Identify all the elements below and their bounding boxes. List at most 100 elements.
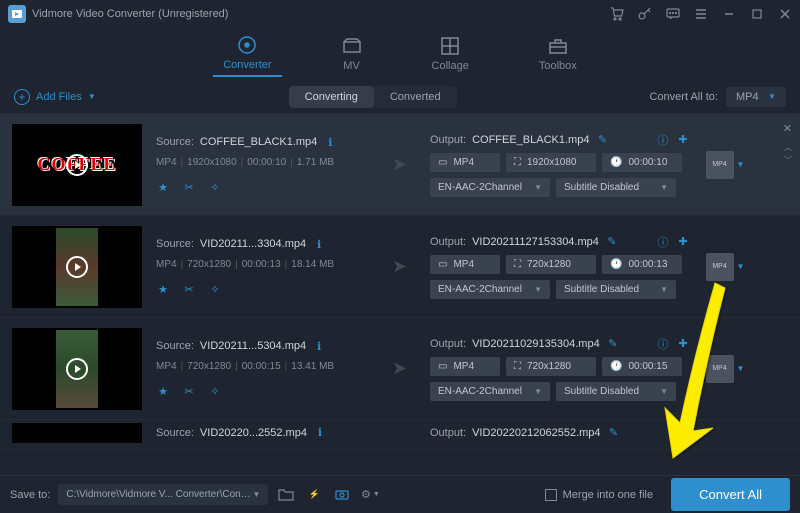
star-icon[interactable]: ★ bbox=[156, 180, 170, 194]
subtitle-dropdown[interactable]: Subtitle Disabled▼ bbox=[556, 178, 676, 197]
titlebar: Vidmore Video Converter (Unregistered) bbox=[0, 0, 800, 28]
tab-mv[interactable]: MV bbox=[332, 32, 372, 76]
info-icon[interactable]: ⓘ bbox=[656, 235, 670, 249]
thumbnail[interactable] bbox=[12, 226, 142, 308]
thumbnail[interactable]: COFFEE bbox=[12, 124, 142, 206]
source-filename: VID20211...5304.mp4 bbox=[200, 340, 306, 352]
add-files-button[interactable]: + Add Files ▼ bbox=[14, 89, 96, 105]
maximize-icon[interactable] bbox=[750, 7, 764, 21]
play-icon bbox=[66, 358, 88, 380]
enhance-icon[interactable]: ✧ bbox=[208, 180, 222, 194]
hw-accel-icon[interactable]: ⚡ bbox=[304, 485, 324, 505]
save-to-label: Save to: bbox=[10, 489, 50, 501]
cut-icon[interactable]: ✂ bbox=[182, 384, 196, 398]
format-badge[interactable]: MP4 bbox=[706, 355, 734, 383]
arrow-icon: ➤ bbox=[392, 358, 420, 379]
remove-icon[interactable]: ✕ bbox=[783, 122, 792, 135]
thumbnail[interactable] bbox=[12, 423, 142, 443]
add-icon[interactable]: ✚ bbox=[676, 235, 690, 249]
chevron-down-icon: ▼ bbox=[88, 92, 96, 101]
output-duration: 🕐 00:00:13 bbox=[602, 255, 682, 274]
arrow-icon: ➤ bbox=[392, 154, 420, 175]
scroll-indicator[interactable]: ︿﹀ bbox=[784, 142, 792, 166]
merge-label: Merge into one file bbox=[563, 489, 654, 501]
output-format: ▭ MP4 bbox=[430, 153, 500, 172]
chevron-down-icon[interactable]: ▼ bbox=[737, 262, 745, 271]
output-duration: 🕐 00:00:15 bbox=[602, 357, 682, 376]
edit-icon[interactable]: ✎ bbox=[607, 426, 621, 440]
file-row[interactable]: Source:VID20211...3304.mp4ℹ MP4|720x1280… bbox=[0, 216, 800, 318]
file-row[interactable]: Source:VID20211...5304.mp4ℹ MP4|720x1280… bbox=[0, 318, 800, 420]
cart-icon[interactable] bbox=[610, 7, 624, 21]
file-row[interactable]: COFFEE Source:COFFEE_BLACK1.mp4ℹ MP4|192… bbox=[0, 114, 800, 216]
format-badge[interactable]: MP4 bbox=[706, 253, 734, 281]
play-icon bbox=[66, 154, 88, 176]
enhance-icon[interactable]: ✧ bbox=[208, 384, 222, 398]
file-list: COFFEE Source:COFFEE_BLACK1.mp4ℹ MP4|192… bbox=[0, 114, 800, 450]
save-path-dropdown[interactable]: C:\Vidmore\Vidmore V... Converter\Conver… bbox=[58, 484, 268, 505]
cut-icon[interactable]: ✂ bbox=[182, 180, 196, 194]
output-format: ▭ MP4 bbox=[430, 357, 500, 376]
footer: Save to: C:\Vidmore\Vidmore V... Convert… bbox=[0, 475, 800, 513]
audio-dropdown[interactable]: EN-AAC-2Channel▼ bbox=[430, 382, 550, 401]
key-icon[interactable] bbox=[638, 7, 652, 21]
add-icon[interactable]: ✚ bbox=[676, 337, 690, 351]
output-filename: VID20220212062552.mp4 bbox=[472, 427, 600, 439]
source-filename: VID20220...2552.mp4 bbox=[200, 427, 307, 439]
tab-collage[interactable]: Collage bbox=[422, 32, 479, 76]
info-icon[interactable]: ℹ bbox=[312, 237, 326, 251]
folder-icon[interactable] bbox=[276, 485, 296, 505]
add-icon[interactable]: ✚ bbox=[676, 133, 690, 147]
format-badge[interactable]: MP4 bbox=[706, 151, 734, 179]
edit-icon[interactable]: ✎ bbox=[606, 337, 620, 351]
minimize-icon[interactable] bbox=[722, 7, 736, 21]
subtitle-dropdown[interactable]: Subtitle Disabled▼ bbox=[556, 280, 676, 299]
subtitle-dropdown[interactable]: Subtitle Disabled▼ bbox=[556, 382, 676, 401]
star-icon[interactable]: ★ bbox=[156, 282, 170, 296]
info-icon[interactable]: ℹ bbox=[312, 339, 326, 353]
converter-icon bbox=[237, 35, 257, 55]
file-row[interactable]: Source:VID20220...2552.mp4ℹ Output:VID20… bbox=[0, 420, 800, 450]
chevron-down-icon: ▼ bbox=[252, 490, 260, 499]
tab-converting[interactable]: Converting bbox=[289, 86, 374, 108]
chevron-down-icon: ▼ bbox=[768, 92, 776, 101]
output-duration: 🕐 00:00:10 bbox=[602, 153, 682, 172]
tab-toolbox[interactable]: Toolbox bbox=[529, 32, 587, 76]
edit-icon[interactable]: ✎ bbox=[595, 133, 609, 147]
enhance-icon[interactable]: ✧ bbox=[208, 282, 222, 296]
plus-icon: + bbox=[14, 89, 30, 105]
merge-checkbox[interactable] bbox=[545, 489, 557, 501]
tab-converter[interactable]: Converter bbox=[213, 31, 281, 77]
audio-dropdown[interactable]: EN-AAC-2Channel▼ bbox=[430, 280, 550, 299]
convert-all-button[interactable]: Convert All bbox=[671, 478, 790, 511]
output-filename: VID20211127153304.mp4 bbox=[472, 236, 599, 248]
tab-converted[interactable]: Converted bbox=[374, 86, 457, 108]
settings-icon[interactable]: ⚙▼ bbox=[360, 485, 380, 505]
convert-all-to-label: Convert All to: bbox=[650, 91, 718, 103]
gpu-icon[interactable] bbox=[332, 485, 352, 505]
edit-icon[interactable]: ✎ bbox=[605, 235, 619, 249]
file-meta: MP4|720x1280|00:00:15|13.41 MB bbox=[156, 361, 382, 372]
info-icon[interactable]: ⓘ bbox=[656, 133, 670, 147]
thumbnail[interactable] bbox=[12, 328, 142, 410]
info-icon[interactable]: ⓘ bbox=[656, 337, 670, 351]
star-icon[interactable]: ★ bbox=[156, 384, 170, 398]
close-icon[interactable] bbox=[778, 7, 792, 21]
audio-dropdown[interactable]: EN-AAC-2Channel▼ bbox=[430, 178, 550, 197]
target-format-dropdown[interactable]: MP4 ▼ bbox=[726, 87, 786, 107]
source-filename: COFFEE_BLACK1.mp4 bbox=[200, 136, 317, 148]
file-meta: MP4|720x1280|00:00:13|18.14 MB bbox=[156, 259, 382, 270]
cut-icon[interactable]: ✂ bbox=[182, 282, 196, 296]
menu-icon[interactable] bbox=[694, 7, 708, 21]
info-icon[interactable]: ℹ bbox=[323, 135, 337, 149]
chevron-down-icon[interactable]: ▼ bbox=[737, 364, 745, 373]
feedback-icon[interactable] bbox=[666, 7, 680, 21]
file-meta: MP4|1920x1080|00:00:10|1.71 MB bbox=[156, 157, 382, 168]
chevron-down-icon[interactable]: ▼ bbox=[737, 160, 745, 169]
source-filename: VID20211...3304.mp4 bbox=[200, 238, 306, 250]
arrow-icon: ➤ bbox=[392, 256, 420, 277]
status-tabs: Converting Converted bbox=[289, 86, 457, 108]
info-icon[interactable]: ℹ bbox=[313, 426, 327, 440]
output-filename: VID20211029135304.mp4 bbox=[472, 338, 600, 350]
main-nav: Converter MV Collage Toolbox bbox=[0, 28, 800, 80]
